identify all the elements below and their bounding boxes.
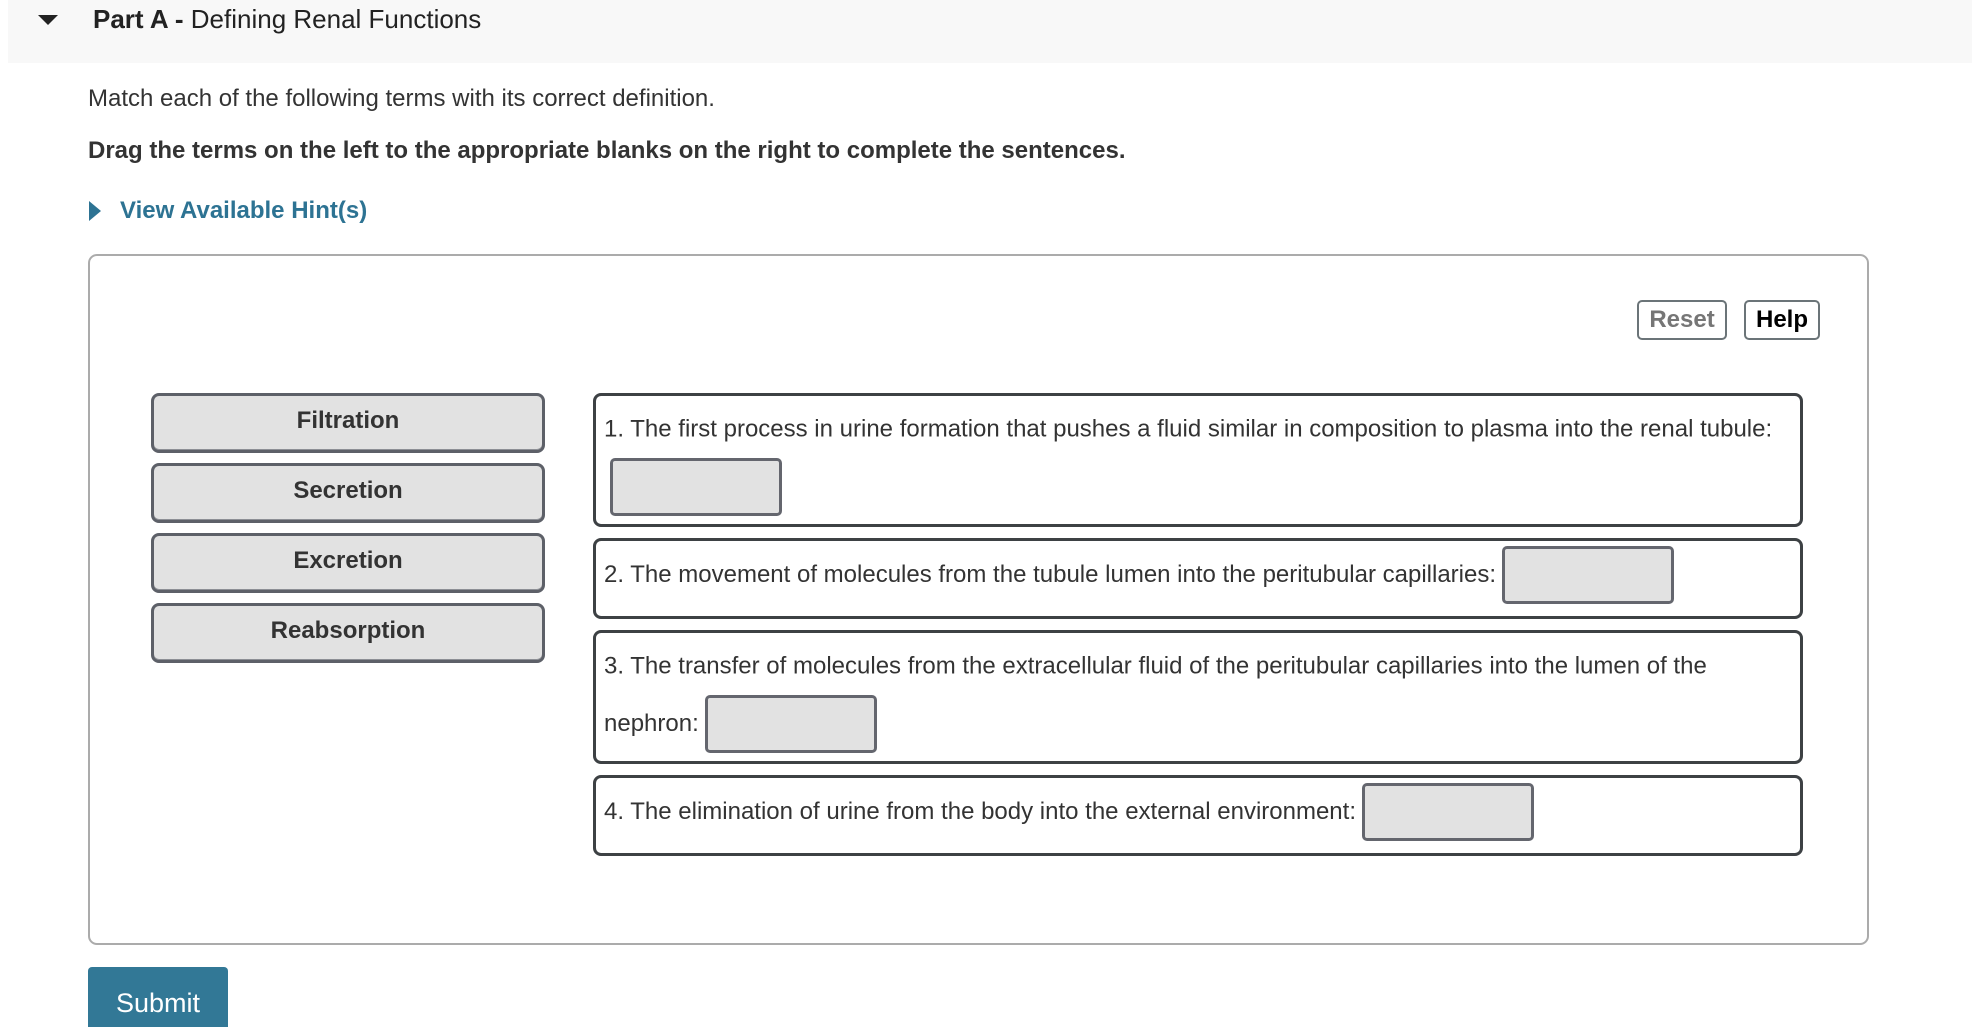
help-button[interactable]: Help	[1744, 300, 1820, 340]
view-hints-label: View Available Hint(s)	[120, 197, 368, 224]
sentence-3: 3. The transfer of molecules from the ex…	[593, 630, 1803, 764]
sentence-list: 1. The first process in urine formation …	[593, 393, 1803, 867]
triangle-down-icon[interactable]	[36, 10, 60, 28]
reset-button[interactable]: Reset	[1637, 300, 1727, 340]
sentence-4: 4. The elimination of urine from the bod…	[593, 775, 1803, 856]
drop-blank-4[interactable]	[1361, 783, 1534, 841]
term-tile-secretion[interactable]: Secretion	[151, 463, 545, 523]
sentence-text: 4. The elimination of urine from the bod…	[604, 798, 1356, 825]
triangle-right-icon	[88, 200, 102, 222]
part-title: Part A - Defining Renal Functions	[93, 2, 481, 36]
instruction-text: Match each of the following terms with i…	[88, 85, 715, 112]
sentence-text: 2. The movement of molecules from the tu…	[604, 561, 1497, 588]
sentence-2: 2. The movement of molecules from the tu…	[593, 538, 1803, 619]
drop-blank-2[interactable]	[1502, 546, 1675, 604]
part-name: Defining Renal Functions	[190, 4, 482, 34]
drag-drop-activity: Reset Help Filtration Secretion Excretio…	[88, 254, 1869, 945]
submit-button[interactable]: Submit	[88, 967, 228, 1027]
sentence-text: 1. The first process in urine formation …	[604, 415, 1773, 443]
term-tile-reabsorption[interactable]: Reabsorption	[151, 603, 545, 663]
term-tile-filtration[interactable]: Filtration	[151, 393, 545, 453]
drag-instruction-text: Drag the terms on the left to the approp…	[88, 137, 1126, 164]
drop-blank-3[interactable]	[704, 694, 877, 753]
term-bank: Filtration Secretion Excretion Reabsorpt…	[151, 393, 545, 673]
term-tile-excretion[interactable]: Excretion	[151, 533, 545, 593]
part-header: Part A - Defining Renal Functions	[8, 0, 1972, 63]
view-hints-link[interactable]: View Available Hint(s)	[88, 195, 367, 227]
part-label: Part A -	[93, 4, 184, 34]
drop-blank-1[interactable]	[610, 457, 782, 516]
sentence-1: 1. The first process in urine formation …	[593, 393, 1803, 527]
